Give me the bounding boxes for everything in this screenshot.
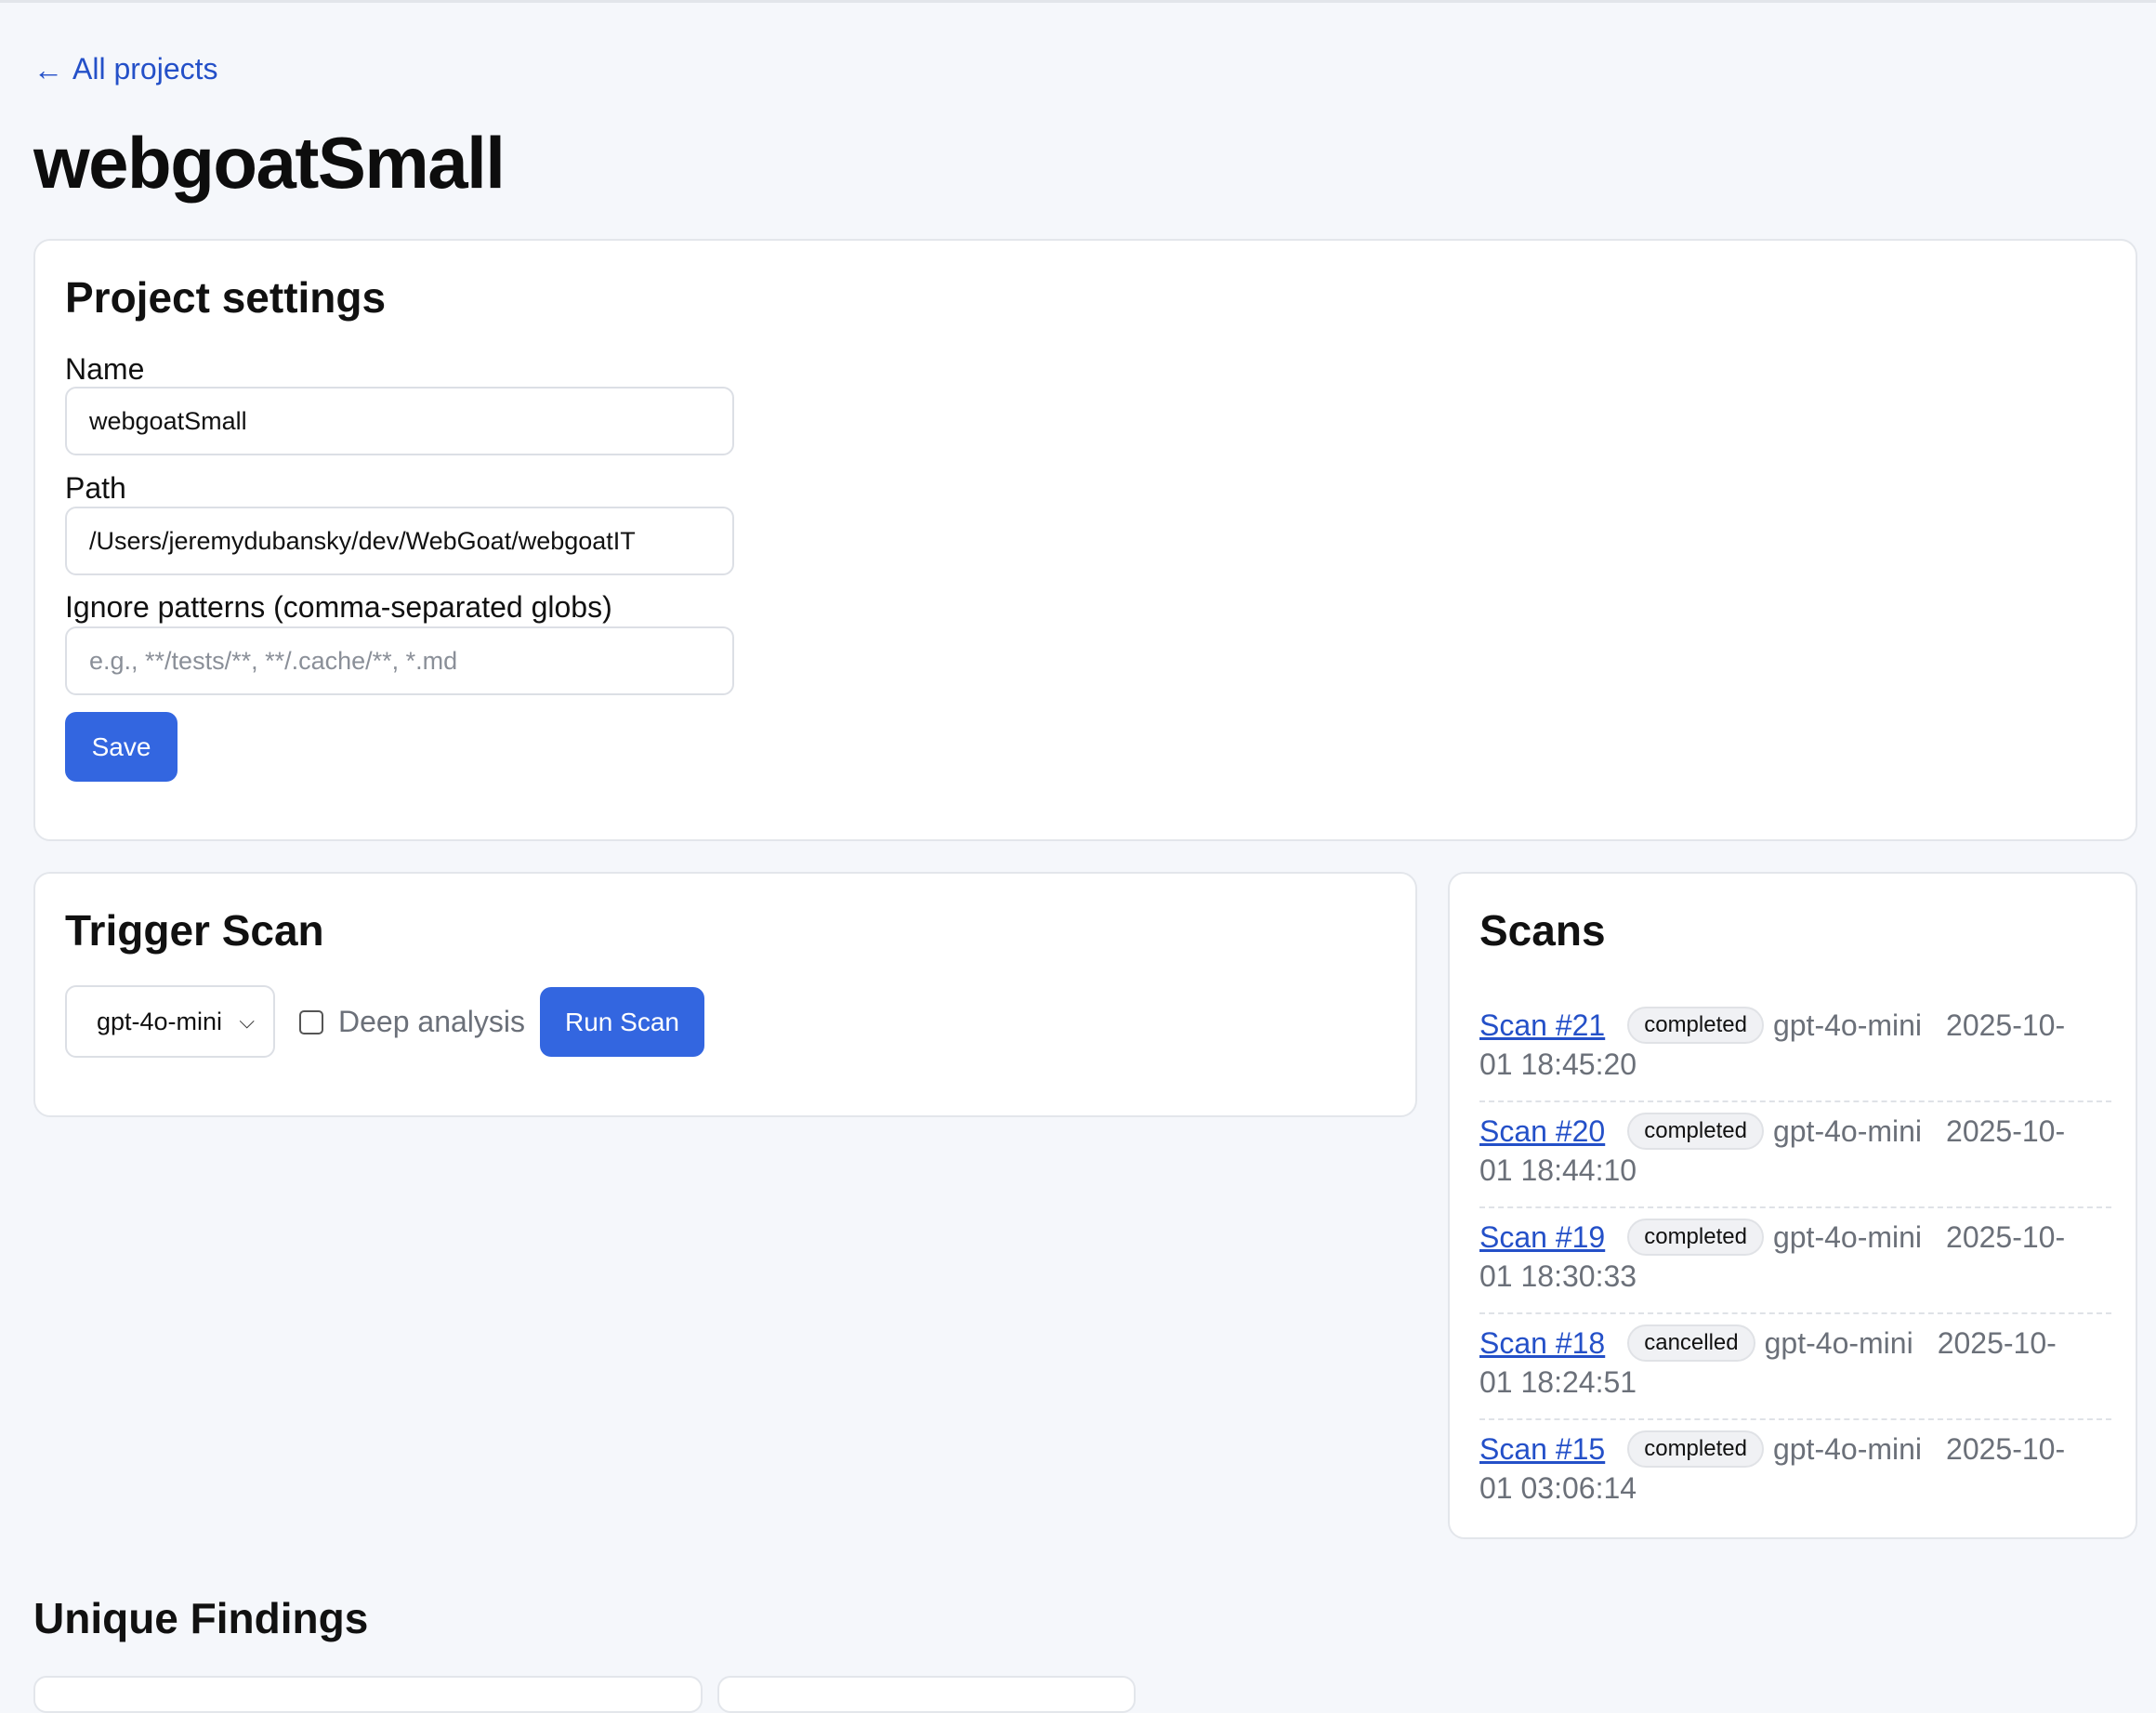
scan-link[interactable]: Scan #20 xyxy=(1479,1112,1605,1151)
scan-row-line: Scan #20 completed gpt-4o-mini 2025-10- xyxy=(1479,1112,2111,1151)
project-settings-card: Project settings Name Path Ignore patter… xyxy=(33,239,2137,841)
deep-analysis-checkbox[interactable] xyxy=(299,1010,323,1034)
status-badge: completed xyxy=(1627,1219,1764,1256)
scan-row-line: Scan #18 cancelled gpt-4o-mini 2025-10- xyxy=(1479,1324,2111,1363)
scan-row-line: Scan #19 completed gpt-4o-mini 2025-10- xyxy=(1479,1218,2111,1257)
scan-date: 2025-10- xyxy=(1946,1008,2066,1042)
scan-list-item: Scan #19 completed gpt-4o-mini 2025-10- 01 1… xyxy=(1479,1208,2111,1314)
scan-time: 01 18:30:33 xyxy=(1479,1259,1637,1293)
scan-list-item: Scan #18 cancelled gpt-4o-mini 2025-10- 01 1… xyxy=(1479,1314,2111,1420)
finding-card[interactable] xyxy=(33,1676,703,1713)
scan-link[interactable]: Scan #18 xyxy=(1479,1324,1605,1363)
scan-model: gpt-4o-mini xyxy=(1772,1220,1923,1254)
scan-link[interactable]: Scan #15 xyxy=(1479,1430,1605,1469)
top-border xyxy=(0,0,2156,3)
status-badge: completed xyxy=(1627,1113,1764,1150)
unique-findings-heading: Unique Findings xyxy=(33,1594,369,1642)
scan-time: 01 18:24:51 xyxy=(1479,1365,1637,1399)
path-input[interactable] xyxy=(65,507,734,575)
scan-list-item: Scan #21 completed gpt-4o-mini 2025-10- 01 1… xyxy=(1479,996,2111,1102)
model-select[interactable]: gpt-4o-mini ⌵ xyxy=(65,985,275,1058)
scan-list-item: Scan #15 completed gpt-4o-mini 2025-10- 01 0… xyxy=(1479,1420,2111,1517)
scan-date: 2025-10- xyxy=(1946,1432,2066,1466)
back-link-label: All projects xyxy=(72,52,218,86)
chevron-down-icon: ⌵ xyxy=(239,1009,255,1033)
scan-time: 01 03:06:14 xyxy=(1479,1471,1637,1505)
scans-heading: Scans xyxy=(1479,906,1606,955)
page-title: webgoatSmall xyxy=(33,122,506,204)
trigger-scan-card: Trigger Scan gpt-4o-mini ⌵ Deep analysis… xyxy=(33,872,1417,1117)
trigger-scan-heading: Trigger Scan xyxy=(65,906,324,955)
finding-card[interactable] xyxy=(717,1676,1136,1713)
status-badge: cancelled xyxy=(1627,1324,1755,1362)
scan-time: 01 18:45:20 xyxy=(1479,1048,1637,1081)
scan-model: gpt-4o-mini xyxy=(1764,1326,1913,1360)
scan-time: 01 18:44:10 xyxy=(1479,1153,1637,1187)
scan-model: gpt-4o-mini xyxy=(1772,1114,1923,1148)
scan-model: gpt-4o-mini xyxy=(1772,1008,1923,1042)
scan-date: 2025-10- xyxy=(1946,1220,2066,1254)
scan-list-item: Scan #20 completed gpt-4o-mini 2025-10- 01 1… xyxy=(1479,1102,2111,1208)
status-badge: completed xyxy=(1627,1007,1764,1044)
scan-link[interactable]: Scan #21 xyxy=(1479,1006,1605,1045)
path-label: Path xyxy=(65,471,126,505)
save-button[interactable]: Save xyxy=(65,712,177,782)
run-scan-button[interactable]: Run Scan xyxy=(540,987,704,1057)
back-to-projects-link[interactable]: ← All projects xyxy=(33,52,218,86)
project-settings-heading: Project settings xyxy=(65,273,387,322)
deep-analysis-label[interactable]: Deep analysis xyxy=(338,1005,525,1039)
ignore-patterns-label: Ignore patterns (comma-separated globs) xyxy=(65,590,612,624)
name-input[interactable] xyxy=(65,387,734,455)
model-select-value: gpt-4o-mini xyxy=(97,1007,223,1035)
scan-link[interactable]: Scan #19 xyxy=(1479,1218,1605,1257)
scan-model: gpt-4o-mini xyxy=(1772,1432,1923,1466)
scan-row-line: Scan #15 completed gpt-4o-mini 2025-10- xyxy=(1479,1430,2111,1469)
scans-card: Scans Scan #21 completed gpt-4o-mini 2025-1… xyxy=(1448,872,2137,1539)
arrow-left-icon: ← xyxy=(33,52,63,86)
scan-list[interactable]: Scan #21 completed gpt-4o-mini 2025-10- 01 1… xyxy=(1479,996,2111,1517)
scan-date: 2025-10- xyxy=(1937,1326,2057,1360)
name-label: Name xyxy=(65,352,145,386)
ignore-patterns-input[interactable] xyxy=(65,626,734,695)
scan-row-line: Scan #21 completed gpt-4o-mini 2025-10- xyxy=(1479,1006,2111,1045)
status-badge: completed xyxy=(1627,1430,1764,1468)
scan-date: 2025-10- xyxy=(1946,1114,2066,1148)
